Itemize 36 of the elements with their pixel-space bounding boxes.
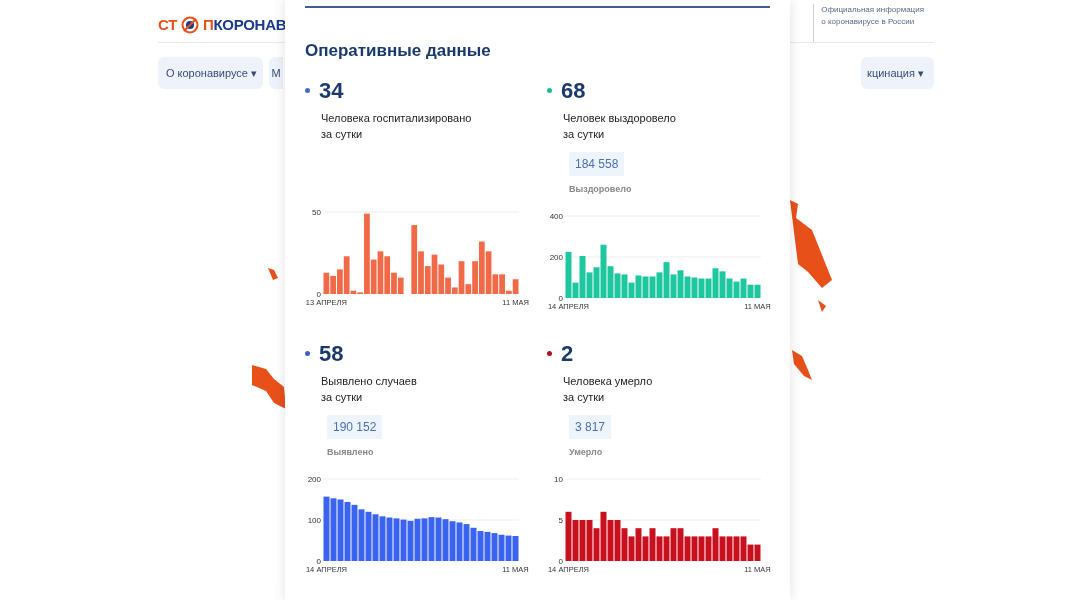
stat-value: 68 [561, 77, 586, 104]
nav-menu-button[interactable]: О коронавирусе ▾ [158, 57, 263, 89]
axis-tick-label: 5 [558, 516, 563, 525]
total-count: 184 558 [569, 151, 625, 176]
map-region [252, 365, 286, 409]
total-label: Выздоровело [569, 182, 633, 196]
total-label: Умерло [569, 445, 604, 459]
total-count: 190 152 [327, 414, 383, 439]
axis-tick-label: 0 [316, 557, 321, 566]
stat-label: Человек выздоровело за сутки [563, 110, 677, 142]
stat-value: 2 [561, 340, 574, 367]
map-region [792, 350, 812, 380]
nav-menu-button[interactable]: кцинация ▾ [861, 57, 934, 89]
logo-text: СТ [158, 14, 178, 35]
stat-label: Человека госпитализировано за сутки [321, 110, 473, 142]
stat-value: 58 [319, 340, 344, 367]
nav-menu-button[interactable]: М [269, 57, 283, 89]
axis-tick-label: 50 [312, 207, 321, 217]
map-region [818, 300, 826, 312]
panel-title: Оперативные данные [305, 40, 492, 62]
header-info: Официальная информация о коронавирусе в России [813, 4, 924, 42]
axis-tick-label: 0 [558, 294, 563, 303]
axis-tick-label: 0 [558, 557, 563, 566]
map-region [268, 268, 278, 280]
axis-tick-label: 0 [316, 289, 321, 299]
logo-text: ПКОРОНАВ [203, 14, 287, 35]
total-label: Выявлено [327, 445, 375, 459]
stat-label: Выявлено случаев за сутки [321, 373, 418, 405]
stat-value: 34 [319, 77, 344, 104]
axis-tick-label: 200 [549, 253, 563, 262]
axis-tick-label: 200 [307, 475, 321, 484]
stat-label: Человека умерло за сутки [563, 373, 654, 405]
axis-tick-label: 10 [554, 475, 563, 484]
total-count: 3 817 [569, 414, 612, 439]
axis-tick-label: 400 [549, 212, 563, 221]
axis-tick-label: 100 [307, 516, 321, 525]
